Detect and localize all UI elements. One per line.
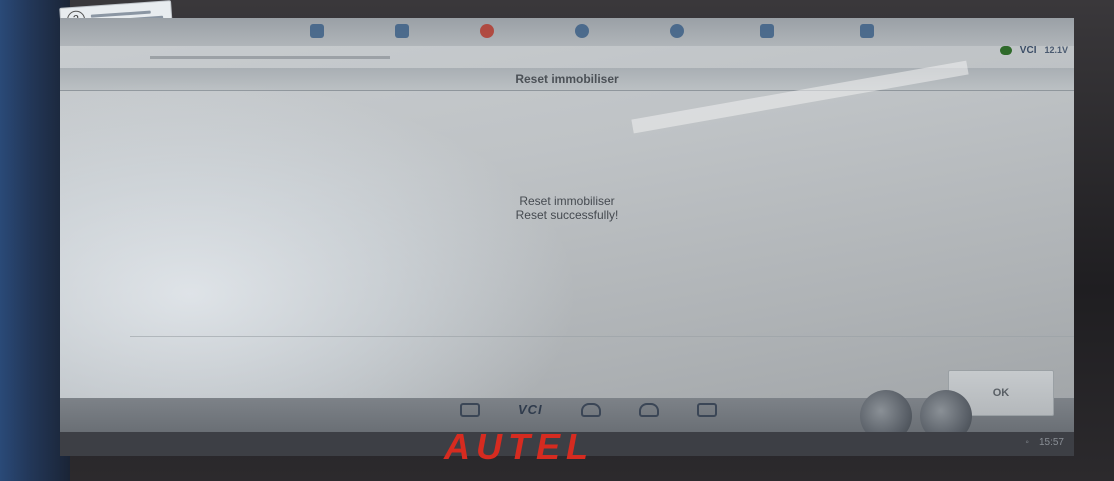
main-content: Reset immobiliser Reset successfully! — [60, 90, 1074, 396]
brand-logo: AUTEL — [444, 426, 594, 467]
print-icon[interactable] — [860, 24, 874, 38]
settings-icon[interactable] — [480, 24, 494, 38]
breadcrumb — [60, 50, 1074, 64]
fix-icon[interactable] — [395, 24, 409, 38]
screen-icon[interactable] — [460, 402, 480, 417]
help-icon[interactable] — [670, 24, 684, 38]
top-toolbar — [60, 18, 1074, 46]
wifi-icon: ◦ — [1025, 437, 1029, 448]
vci-nav-label[interactable]: VCI — [518, 402, 543, 417]
scan-icon[interactable] — [696, 402, 717, 417]
home-icon[interactable] — [310, 24, 324, 38]
message-line-2: Reset successfully! — [515, 208, 619, 222]
result-message: Reset immobiliser Reset successfully! — [60, 194, 1074, 222]
tablet-screen: VCI 12.1V Reset immobiliser Reset immobi… — [60, 18, 1074, 456]
message-line-1: Reset immobiliser — [519, 194, 615, 208]
car-menu-icon[interactable] — [638, 402, 659, 417]
system-tray: ◦ 15:57 — [1025, 437, 1064, 448]
vehicle-icon[interactable] — [580, 402, 601, 417]
system-clock: 15:57 — [1038, 437, 1064, 448]
car-icon[interactable] — [575, 24, 589, 38]
content-divider — [130, 336, 1074, 337]
save-icon[interactable] — [760, 24, 774, 38]
navbar-icons: VCI — [460, 402, 717, 417]
